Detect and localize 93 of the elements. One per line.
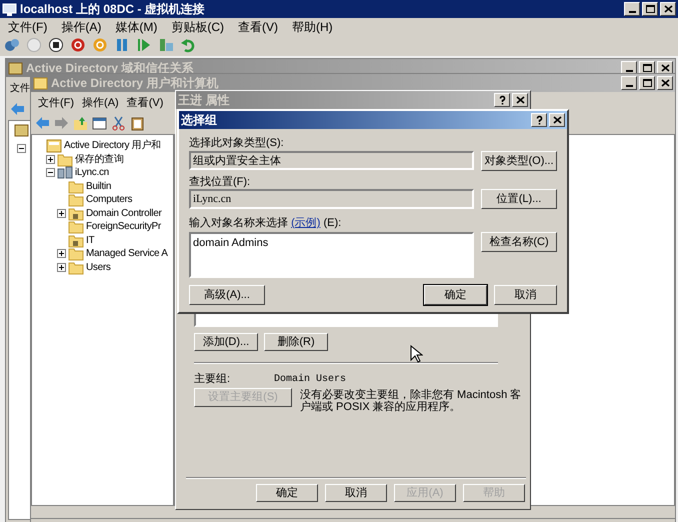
minimize-button[interactable]	[621, 76, 637, 90]
domain-icon	[57, 165, 73, 180]
maximize-icon	[642, 63, 652, 73]
pause-icon	[114, 37, 130, 53]
button[interactable]: 取消	[494, 285, 557, 305]
minimize-icon	[626, 85, 632, 87]
revert-icon	[180, 37, 196, 53]
button[interactable]: 确定	[424, 285, 487, 305]
close-icon	[514, 95, 526, 105]
tree-item[interactable]: Users	[86, 260, 111, 275]
stop-icon	[48, 37, 64, 53]
menu-item[interactable]: 查看(V)	[232, 18, 284, 36]
minimize-button[interactable]	[624, 2, 640, 16]
names-field[interactable]: domain Admins	[189, 232, 474, 278]
field-label: 选择此对象类型(S):	[189, 136, 285, 151]
collapse-icon	[16, 144, 26, 153]
folder-icon	[68, 232, 84, 248]
forward-icon	[54, 116, 69, 130]
primary-group-value: Domain Users	[274, 372, 348, 387]
window-title: 选择组	[181, 112, 217, 129]
close-icon	[552, 115, 562, 125]
pane-icon	[92, 116, 107, 130]
object-type-field[interactable]: 组或内置安全主体	[189, 151, 474, 170]
menu-item[interactable]: 文件(F)	[2, 18, 54, 36]
help-button[interactable]	[494, 93, 510, 107]
folder-icon	[68, 260, 84, 275]
button[interactable]: 对象类型(O)...	[481, 151, 557, 171]
maximize-button[interactable]	[642, 2, 658, 16]
close-button[interactable]	[549, 113, 565, 127]
monitor-icon	[2, 2, 17, 16]
tree-item[interactable]: Computers	[86, 192, 132, 208]
folder-icon	[68, 192, 84, 208]
minimize-icon	[628, 11, 636, 13]
button[interactable]: 删除(R)	[264, 333, 328, 351]
maximize-button[interactable]	[639, 76, 655, 90]
cut-icon	[111, 116, 126, 130]
tree-item[interactable]: 保存的查询	[75, 152, 124, 167]
window-title: Active Directory 域和信任关系	[26, 60, 194, 76]
maximize-icon	[642, 78, 652, 88]
note-text: 没有必要改变主要组，除非您有 Macintosh 客户端或 POSIX 兼容的应用程序。	[300, 389, 522, 413]
folder-icon	[33, 76, 48, 90]
help-button[interactable]	[531, 113, 547, 127]
button[interactable]: 高级(A)...	[189, 285, 265, 305]
tree-item[interactable]: Builtin	[86, 178, 112, 194]
play-icon	[136, 37, 152, 53]
menu-item[interactable]: 文件	[6, 80, 30, 96]
menu-item[interactable]: 操作(A)	[55, 18, 108, 36]
button[interactable]: 添加(D)...	[194, 333, 258, 351]
close-icon	[660, 63, 670, 73]
power-icon	[70, 37, 86, 53]
button[interactable]: 取消	[325, 484, 387, 502]
menu-item[interactable]: 帮助(H)	[286, 18, 339, 36]
menu-item[interactable]: 媒体(M)	[109, 18, 164, 36]
field-label: 查找位置(F):	[189, 175, 252, 190]
menu-item[interactable]: 文件(F)	[35, 94, 78, 112]
snap-in-icon	[46, 138, 62, 154]
window-title: 王进 属性	[178, 92, 230, 109]
folder-icon	[68, 178, 84, 194]
folder-icon	[68, 206, 84, 221]
circle-icon	[26, 37, 42, 53]
button[interactable]: 确定	[256, 484, 318, 502]
tree-item[interactable]: Managed Service A	[86, 246, 168, 262]
close-button[interactable]	[660, 2, 676, 16]
close-icon	[660, 78, 670, 88]
button[interactable]: 位置(L)...	[481, 189, 557, 209]
close-icon	[662, 4, 674, 14]
field-label: 主要组:	[194, 372, 232, 387]
field-label: 输入对象名称来选择 (示例) (E):	[189, 216, 342, 231]
back-icon	[10, 102, 25, 116]
close-button[interactable]	[657, 76, 673, 90]
window-title: localhost 上的 08DC - 虚拟机连接	[20, 1, 205, 18]
folder-icon	[68, 219, 84, 234]
power-icon	[92, 37, 108, 53]
maximize-icon	[644, 4, 656, 14]
tree-item[interactable]: IT	[86, 232, 94, 248]
tree-item[interactable]: iLync.cn	[75, 165, 109, 180]
back-icon	[35, 116, 50, 130]
location-field[interactable]: iLync.cn	[189, 189, 474, 209]
menu-item[interactable]: 剪贴板(C)	[165, 18, 230, 36]
minimize-icon	[626, 70, 632, 72]
window-title: Active Directory 用户和计算机	[51, 75, 218, 92]
folder-icon	[57, 152, 73, 167]
cursor-icon	[410, 345, 423, 363]
menu-item[interactable]: 查看(V)	[124, 94, 166, 112]
close-button[interactable]	[512, 93, 528, 107]
tree-item[interactable]: ForeignSecurityPr	[86, 219, 161, 234]
button[interactable]: 检查名称(C)	[481, 232, 557, 252]
folder-icon	[68, 246, 84, 262]
tree-item[interactable]: Active Directory 用户和	[64, 138, 161, 154]
examples-link[interactable]: (示例)	[291, 217, 320, 229]
tree-item[interactable]: Domain Controller	[86, 206, 162, 221]
up-folder-icon	[73, 116, 88, 130]
menu-item[interactable]: 操作(A)	[79, 94, 122, 112]
